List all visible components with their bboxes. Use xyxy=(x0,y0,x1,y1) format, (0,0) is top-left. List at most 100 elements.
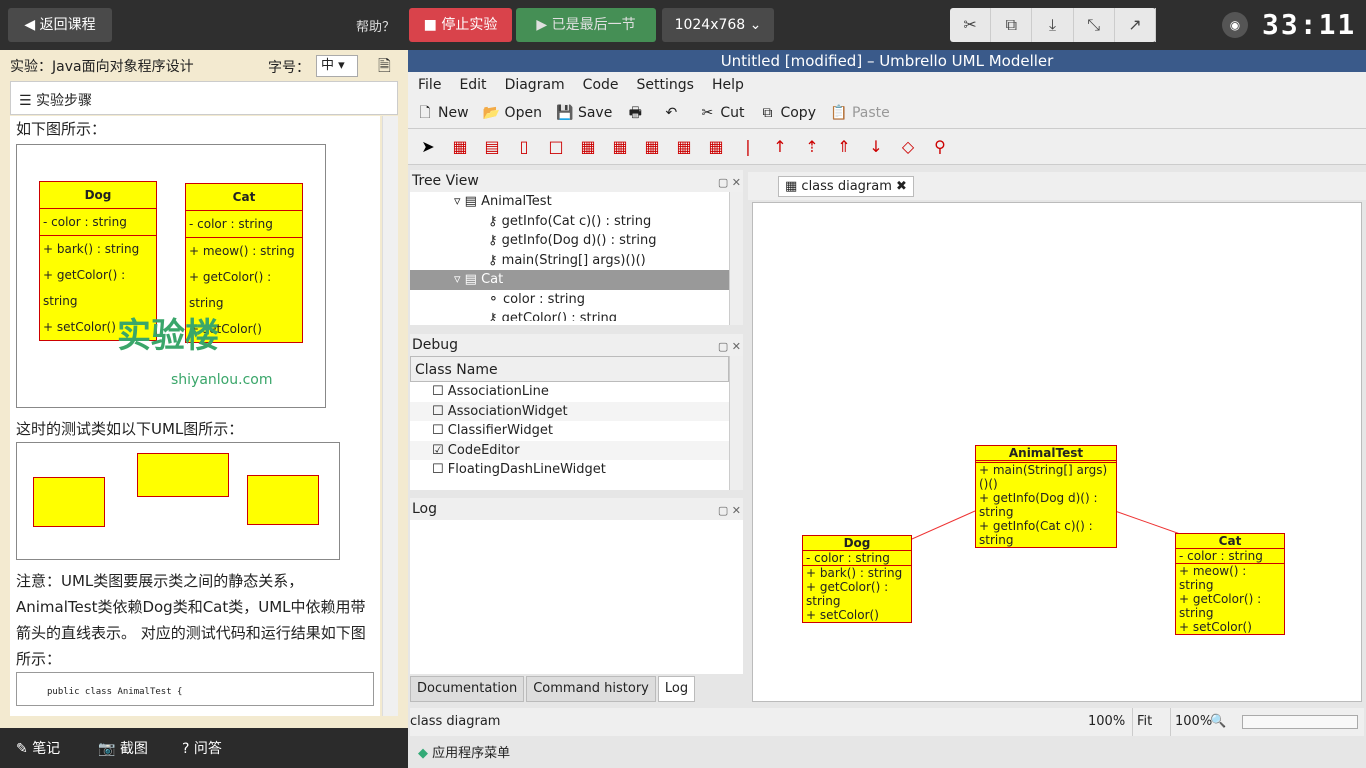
share-screen-icon[interactable]: ⧉ xyxy=(991,8,1033,42)
steps-dropdown[interactable]: ☰ 实验步骤 xyxy=(10,81,398,115)
menu-help[interactable]: Help xyxy=(712,77,744,93)
menu-code[interactable]: Code xyxy=(583,77,619,93)
package-tool-icon[interactable]: ▤ xyxy=(480,135,504,159)
open-button[interactable]: 📂 Open xyxy=(483,104,542,122)
tree-node-class[interactable]: ▿ ▤ AnimalTest xyxy=(410,192,743,212)
undo-button[interactable]: ↶ xyxy=(662,104,684,122)
help-link[interactable]: 帮助？ xyxy=(356,16,395,35)
eye-icon[interactable]: ◉ xyxy=(1222,12,1248,38)
notes-button[interactable]: ✎ 笔记 xyxy=(16,738,60,758)
stop-lab-button[interactable]: ■ 停止实验 xyxy=(409,8,512,42)
class-op: + getInfo(Dog d)() : string xyxy=(979,491,1098,519)
composition-tool-icon[interactable]: ⚲ xyxy=(928,135,952,159)
tree-node-op[interactable]: ⚷ main(String[] args)()() xyxy=(410,251,743,271)
down-arrow-tool-icon[interactable]: ↓ xyxy=(864,135,888,159)
animaltest-class-box[interactable]: AnimalTest + main(String[] args)()() + g… xyxy=(975,445,1117,548)
entity-tool-icon[interactable]: ▦ xyxy=(640,135,664,159)
zoom-out-icon[interactable]: 🔍 xyxy=(1210,708,1226,736)
new-button[interactable]: 🗋 New xyxy=(416,104,469,122)
tree-scrollbar[interactable] xyxy=(729,192,743,325)
paste-button[interactable]: 📋 Paste xyxy=(830,104,890,122)
datatype-tool-icon[interactable]: ▦ xyxy=(608,135,632,159)
diagram-canvas[interactable]: AnimalTest + main(String[] args)()() + g… xyxy=(752,202,1362,702)
resolution-select[interactable]: 1024x768 ⌄ xyxy=(662,8,774,42)
tree-node-attr[interactable]: ⚬ color : string xyxy=(410,290,743,310)
cut-button[interactable]: ✂ Cut xyxy=(698,104,744,122)
note-tool-icon[interactable]: ▯ xyxy=(512,135,536,159)
menu-settings[interactable]: Settings xyxy=(637,77,694,93)
class-attr: - color : string xyxy=(1176,549,1284,564)
aggregation-tool-icon[interactable]: ◇ xyxy=(896,135,920,159)
external-link-icon[interactable]: ↗ xyxy=(1115,8,1157,42)
class-attr: - color : string xyxy=(40,209,156,236)
tab-log[interactable]: Log xyxy=(657,676,696,702)
close-tab-icon[interactable]: ✖ xyxy=(896,179,907,194)
template-tool-icon[interactable]: ▦ xyxy=(704,135,728,159)
last-label: 已是最后一节 xyxy=(551,17,636,33)
print-button[interactable]: 🖶 xyxy=(626,104,648,122)
class-op: + getColor() : string xyxy=(806,580,889,608)
debug-item[interactable]: ☐ AssociationWidget xyxy=(410,401,743,421)
debug-scrollbar[interactable] xyxy=(729,356,743,490)
dog-class-box[interactable]: Dog - color : string + bark() : string +… xyxy=(802,535,912,623)
debug-title: Debug xyxy=(412,337,459,353)
steps-label: 实验步骤 xyxy=(36,93,93,109)
tab-command-history[interactable]: Command history xyxy=(526,676,656,702)
debug-item[interactable]: ☐ ClassifierWidget xyxy=(410,421,743,441)
document-icon[interactable]: 🗎 xyxy=(378,55,391,82)
content-scrollbar[interactable] xyxy=(382,116,398,716)
inherit-tool-icon[interactable]: ⇑ xyxy=(832,135,856,159)
debug-item[interactable]: ☑ CodeEditor xyxy=(410,440,743,460)
instructions-panel: 实验：Java面向对象程序设计 字号： 中 ▾ 🗎 ☰ 实验步骤 如下图所示： … xyxy=(0,50,408,728)
tab-documentation[interactable]: Documentation xyxy=(410,676,525,702)
box-tool-icon[interactable]: □ xyxy=(544,135,568,159)
class-tool-icon[interactable]: ▦ xyxy=(448,135,472,159)
collapse-icon[interactable]: ⤡ xyxy=(1074,8,1115,42)
menu-file[interactable]: File xyxy=(418,77,441,93)
download-icon[interactable]: ⤓ xyxy=(1032,8,1074,42)
arrow-tool-icon[interactable]: ↑ xyxy=(768,135,792,159)
copy-button[interactable]: ⧉ Copy xyxy=(758,104,816,122)
lab-header: 实验：Java面向对象程序设计 字号： 中 ▾ 🗎 xyxy=(0,50,408,80)
interface-tool-icon[interactable]: ▦ xyxy=(672,135,696,159)
scissors-icon[interactable]: ✂ xyxy=(950,8,992,42)
fit-button[interactable]: Fit xyxy=(1132,708,1156,736)
back-button[interactable]: ◀ 返回课程 xyxy=(8,8,112,42)
screenshot-button[interactable]: 📷 截图 xyxy=(98,738,148,758)
debug-column-header[interactable]: Class Name xyxy=(410,356,729,382)
tree-node-op[interactable]: ⚷ getColor() : string xyxy=(410,309,743,321)
font-size-label: 字号： xyxy=(268,60,310,76)
panel-close-icon[interactable]: ▢ ✕ xyxy=(718,500,741,522)
tree-node-class-selected[interactable]: ▿ ▤ Cat xyxy=(410,270,729,290)
debug-item-label: AssociationLine xyxy=(447,384,549,399)
debug-item[interactable]: ☐ AssociationLine xyxy=(410,382,743,402)
tree-node-op[interactable]: ⚷ getInfo(Dog d)() : string xyxy=(410,231,743,251)
enum-tool-icon[interactable]: ▦ xyxy=(576,135,600,159)
timer: 33:11 xyxy=(1262,8,1357,41)
panel-close-icon[interactable]: ▢ ✕ xyxy=(718,336,741,358)
app-menu-icon[interactable]: ◆ xyxy=(418,746,428,761)
diagram-tab[interactable]: ▦ class diagram ✖ xyxy=(778,176,914,197)
lesson-content: 如下图所示： Dog - color : string + bark() : s… xyxy=(10,116,380,716)
line-tool-icon[interactable]: | xyxy=(736,135,760,159)
save-button[interactable]: 💾 Save xyxy=(556,104,612,122)
tree-label: Cat xyxy=(481,272,504,287)
tree-label: color : string xyxy=(503,291,586,307)
menu-diagram[interactable]: Diagram xyxy=(505,77,565,93)
class-op: + bark() : string xyxy=(43,242,140,256)
new-label: New xyxy=(438,104,469,121)
dashed-arrow-tool-icon[interactable]: ⇡ xyxy=(800,135,824,159)
code-line: public class AnimalTest { xyxy=(47,687,183,697)
zoom-slider[interactable] xyxy=(1242,715,1358,729)
last-section-button[interactable]: ▶ 已是最后一节 xyxy=(516,8,656,42)
app-menu-label[interactable]: 应用程序菜单 xyxy=(432,746,510,761)
uml-figure-1: Dog - color : string + bark() : string +… xyxy=(16,144,326,408)
tree-node-op[interactable]: ⚷ getInfo(Cat c)() : string xyxy=(410,212,743,232)
panel-close-icon[interactable]: ▢ ✕ xyxy=(718,172,741,194)
qa-button[interactable]: ? 问答 xyxy=(182,738,222,758)
font-size-select[interactable]: 中 ▾ xyxy=(316,55,358,77)
debug-item[interactable]: ☐ FloatingDashLineWidget xyxy=(410,460,743,480)
cat-class-box[interactable]: Cat - color : string + meow() : string +… xyxy=(1175,533,1285,635)
menu-edit[interactable]: Edit xyxy=(459,77,486,93)
pointer-icon[interactable]: ➤ xyxy=(416,135,440,159)
